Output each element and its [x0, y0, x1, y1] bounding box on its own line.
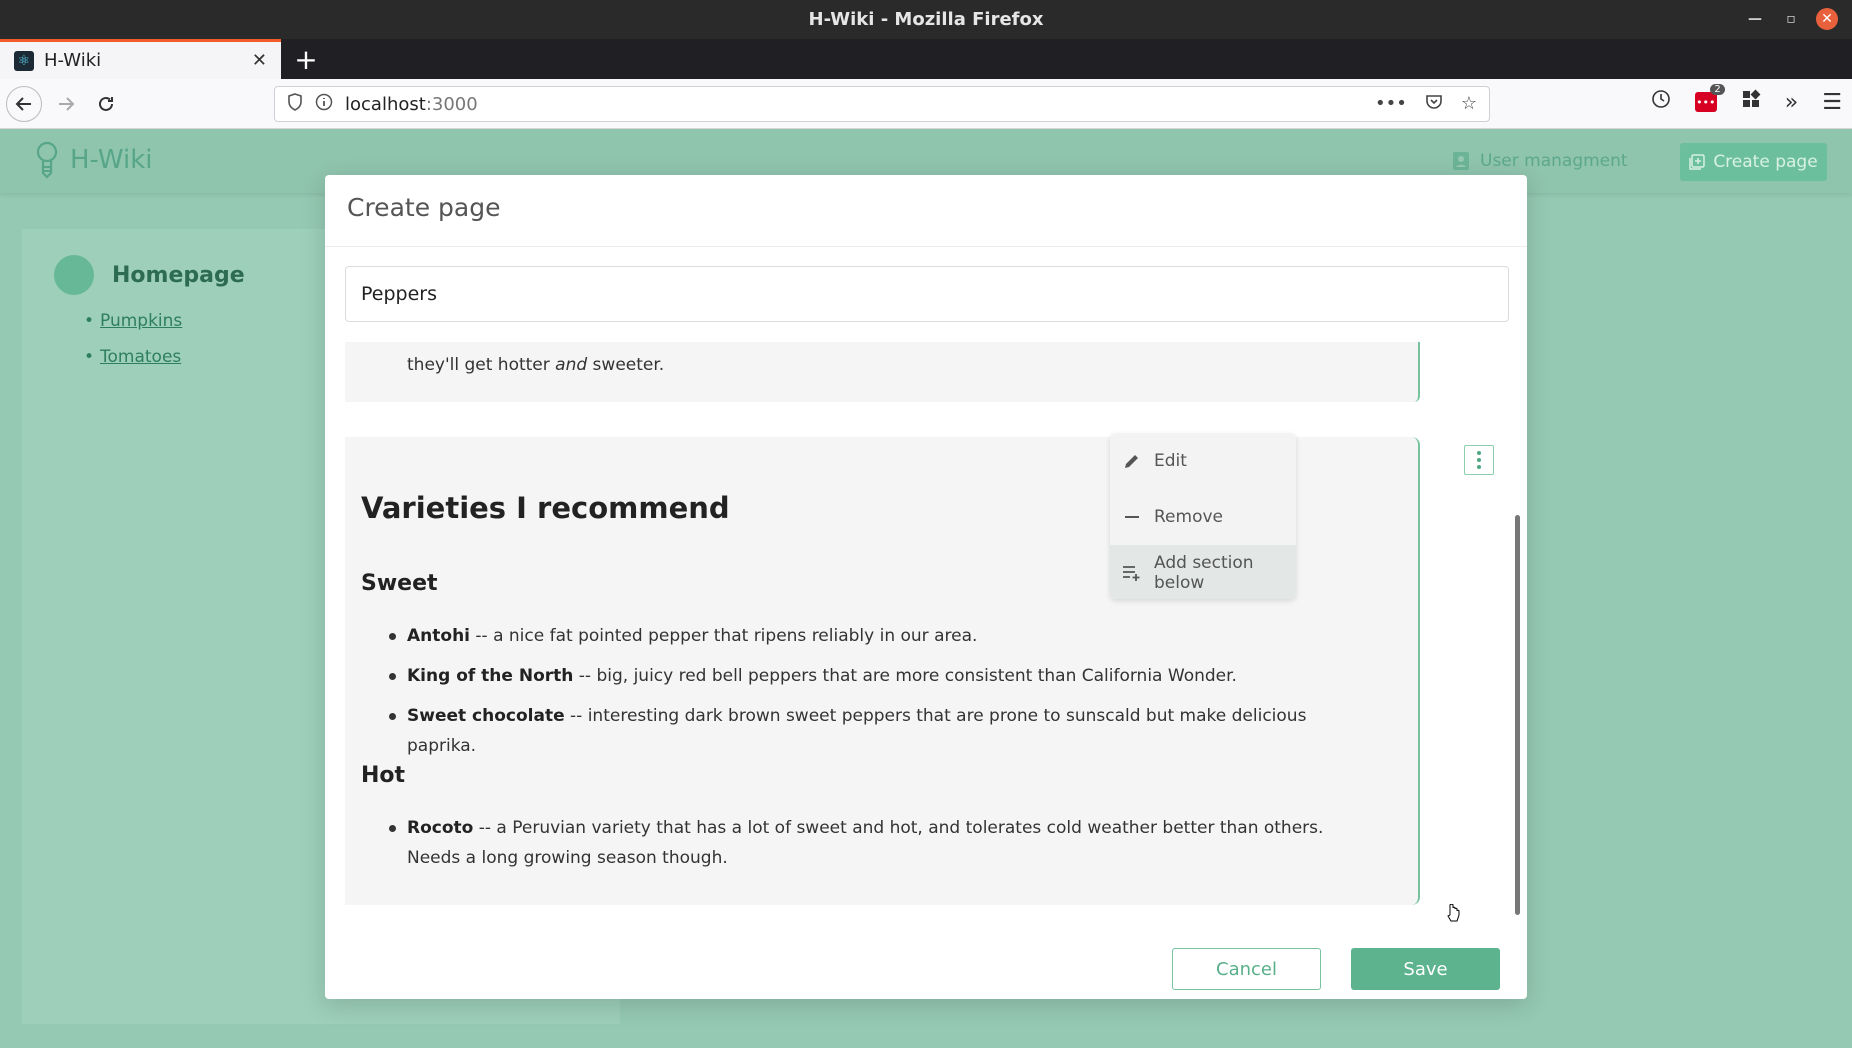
sidebar-item-pumpkins[interactable]: Pumpkins — [84, 311, 182, 331]
minimize-icon[interactable]: — — [1744, 8, 1766, 30]
menu-edit-label: Edit — [1154, 451, 1187, 471]
toolbar-right: ••• 2 » ☰ — [1651, 84, 1842, 115]
url-port: :3000 — [425, 93, 478, 115]
url-host: localhost — [345, 93, 426, 115]
section-heading: Varieties I recommend — [361, 491, 730, 525]
browser-tab-hwiki[interactable]: ⚛ H-Wiki ✕ — [0, 39, 281, 79]
site-info-icon[interactable] — [315, 93, 333, 115]
menu-item-add-section-below[interactable]: Add section below — [1110, 545, 1296, 599]
overflow-chevrons-icon[interactable]: » — [1785, 90, 1798, 115]
forward-icon[interactable] — [48, 86, 84, 122]
lightbulb-logo-icon — [36, 141, 58, 179]
extension-badge-count: 2 — [1710, 84, 1725, 95]
url-text: localhost:3000 — [345, 94, 478, 115]
sweet-heading: Sweet — [361, 571, 438, 596]
window-title: H-Wiki - Mozilla Firefox — [808, 9, 1044, 30]
nav-toolbar: localhost:3000 ••• ☆ ••• 2 » ☰ — [0, 79, 1852, 129]
tab-strip: ⚛ H-Wiki ✕ + — [0, 39, 1852, 79]
extension-icon[interactable]: ••• 2 — [1694, 84, 1725, 112]
window-titlebar: H-Wiki - Mozilla Firefox — ▫ ✕ — [0, 0, 1852, 39]
section-card-1: they'll get hotter and sweeter. — [345, 342, 1420, 402]
variety-desc: -- a Peruvian variety that has a lot of … — [407, 818, 1324, 868]
tracking-shield-icon[interactable] — [287, 93, 303, 115]
sidebar-home-label: Homepage — [112, 262, 245, 288]
extensions-grid-icon[interactable] — [1741, 89, 1761, 115]
list-item: Rocoto -- a Peruvian variety that has a … — [389, 813, 1369, 873]
add-page-icon — [1689, 154, 1706, 170]
history-icon[interactable] — [1651, 89, 1671, 115]
back-icon[interactable] — [6, 86, 42, 122]
variety-name: Antohi — [407, 626, 470, 646]
variety-desc: -- a nice fat pointed pepper that ripens… — [470, 626, 978, 646]
url-bar[interactable]: localhost:3000 ••• ☆ — [274, 86, 1490, 122]
hot-heading: Hot — [361, 763, 406, 788]
modal-divider — [325, 246, 1527, 247]
section-1-text-part: they'll get hotter — [407, 355, 556, 375]
list-item: Antohi -- a nice fat pointed pepper that… — [389, 621, 1369, 651]
menu-add-section-label: Add section below — [1154, 553, 1254, 593]
pencil-icon — [1122, 451, 1142, 471]
cancel-button[interactable]: Cancel — [1172, 948, 1321, 990]
create-page-label: Create page — [1713, 152, 1818, 172]
sidebar-homepage[interactable]: Homepage — [54, 255, 245, 295]
variety-name: Sweet chocolate — [407, 706, 565, 726]
user-management-link[interactable]: User managment — [1452, 151, 1628, 171]
list-item: King of the North -- big, juicy red bell… — [389, 661, 1369, 691]
variety-name: King of the North — [407, 666, 574, 686]
menu-remove-label: Remove — [1154, 507, 1223, 527]
variety-name: Rocoto — [407, 818, 474, 838]
section-options-kebab-icon[interactable] — [1464, 445, 1494, 475]
create-page-modal: Create page they'll get hotter and sweet… — [325, 175, 1527, 999]
page-title-input[interactable] — [345, 266, 1509, 322]
sections-scroll-area[interactable]: they'll get hotter and sweeter. Varietie… — [345, 342, 1521, 914]
section-context-menu: Edit Remove Add section below — [1110, 433, 1296, 599]
user-card-icon — [1453, 152, 1469, 170]
sidebar-list: Pumpkins Tomatoes — [84, 311, 182, 383]
menu-item-remove[interactable]: Remove — [1110, 489, 1296, 545]
tab-title: H-Wiki — [44, 50, 102, 71]
close-window-icon[interactable]: ✕ — [1816, 8, 1838, 30]
sweet-list: Antohi -- a nice fat pointed pepper that… — [389, 621, 1369, 771]
url-actions: ••• ☆ — [1375, 93, 1477, 116]
user-management-label: User managment — [1480, 151, 1628, 171]
page-viewport: H-Wiki User managment Create page Homepa… — [0, 129, 1852, 1048]
minus-icon — [1122, 507, 1142, 527]
modal-title: Create page — [347, 193, 501, 222]
create-page-button[interactable]: Create page — [1680, 143, 1827, 181]
react-favicon-icon: ⚛ — [14, 50, 34, 71]
section-1-text: they'll get hotter and sweeter. — [407, 355, 664, 375]
bookmark-star-icon[interactable]: ☆ — [1461, 93, 1477, 116]
pocket-icon[interactable] — [1425, 93, 1443, 116]
playlist-add-icon — [1122, 563, 1142, 583]
app-logo[interactable]: H-Wiki — [34, 141, 153, 179]
tab-close-icon[interactable]: ✕ — [252, 50, 267, 71]
modal-scrollbar[interactable] — [1515, 515, 1520, 915]
sidebar-item-tomatoes[interactable]: Tomatoes — [84, 347, 182, 367]
reload-icon[interactable] — [88, 86, 124, 122]
hot-list: Rocoto -- a Peruvian variety that has a … — [389, 813, 1369, 883]
window-controls: — ▫ ✕ — [1744, 8, 1838, 30]
hamburger-menu-icon[interactable]: ☰ — [1822, 90, 1842, 115]
variety-desc: -- big, juicy red bell peppers that are … — [573, 666, 1237, 686]
mouse-pointer-icon — [1447, 904, 1460, 922]
menu-item-edit[interactable]: Edit — [1110, 433, 1296, 489]
section-1-text-part: sweeter. — [587, 355, 665, 375]
maximize-icon[interactable]: ▫ — [1780, 8, 1802, 30]
page-actions-icon[interactable]: ••• — [1375, 93, 1407, 116]
section-1-emphasis: and — [555, 355, 588, 375]
homepage-dot-icon — [54, 255, 94, 295]
list-item: Sweet chocolate -- interesting dark brow… — [389, 701, 1369, 761]
save-button[interactable]: Save — [1351, 948, 1500, 990]
app-logo-text: H-Wiki — [70, 145, 153, 175]
new-tab-icon[interactable]: + — [290, 43, 322, 76]
